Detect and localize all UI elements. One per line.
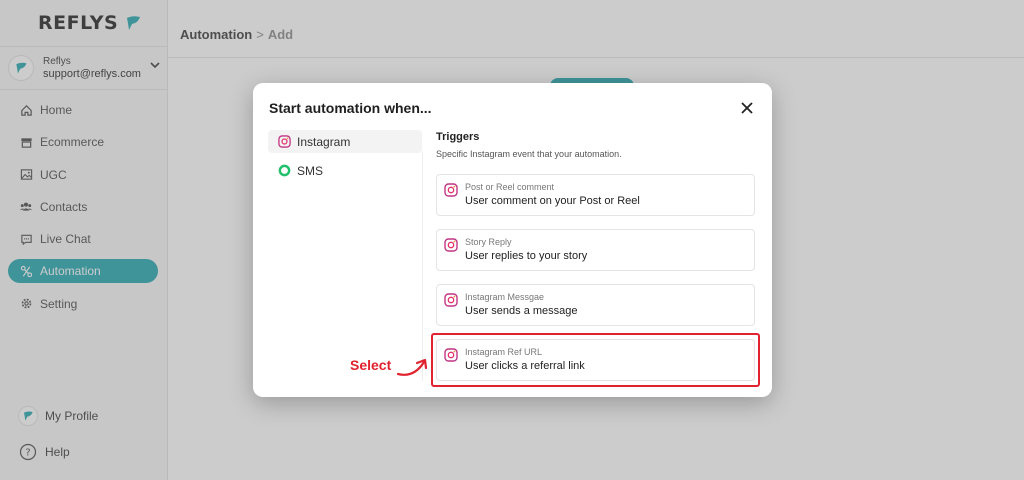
trigger-caption: Post or Reel comment	[465, 182, 555, 192]
triggers-title: Triggers	[436, 131, 480, 143]
channel-sms[interactable]: SMS	[268, 159, 422, 182]
instagram-icon	[444, 238, 458, 252]
trigger-caption: Story Reply	[465, 237, 512, 247]
trigger-label: User replies to your story	[465, 250, 588, 262]
select-annotation: Select	[350, 357, 392, 373]
triggers-subtitle: Specific Instagram event that your autom…	[436, 149, 622, 159]
trigger-card-post-comment[interactable]: Post or Reel comment User comment on you…	[436, 174, 755, 216]
instagram-icon	[444, 293, 458, 307]
modal-title: Start automation when...	[269, 100, 432, 116]
arrow-icon	[396, 358, 428, 376]
channel-label: SMS	[297, 163, 324, 178]
channel-instagram[interactable]: Instagram	[268, 130, 422, 153]
modal-divider	[422, 151, 423, 381]
instagram-icon	[444, 183, 458, 197]
trigger-card-story-reply[interactable]: Story Reply User replies to your story	[436, 229, 755, 271]
instagram-icon	[277, 135, 291, 149]
trigger-label: User sends a message	[465, 305, 578, 317]
trigger-label: User comment on your Post or Reel	[465, 195, 640, 207]
trigger-caption: Instagram Messgae	[465, 292, 545, 302]
trigger-card-instagram-message[interactable]: Instagram Messgae User sends a message	[436, 284, 755, 326]
channel-label: Instagram	[297, 134, 351, 149]
highlight-box	[431, 333, 760, 387]
sms-ring-icon	[277, 164, 291, 178]
close-icon[interactable]	[738, 99, 756, 117]
